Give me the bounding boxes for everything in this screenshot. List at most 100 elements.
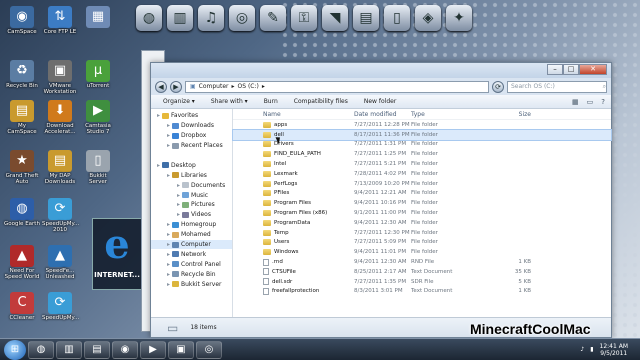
expand-arrow-icon[interactable]: ▸ <box>177 211 180 218</box>
expand-arrow-icon[interactable]: ▸ <box>167 251 170 258</box>
help-icon[interactable]: ? <box>601 98 605 106</box>
notes-icon[interactable]: ✎ <box>260 5 286 31</box>
file-row[interactable]: ProgramData 9/4/2011 12:30 AM File folder <box>233 218 611 228</box>
nav-item-downloads[interactable]: ▸ Downloads <box>151 121 232 131</box>
expand-arrow-icon[interactable]: ▸ <box>157 112 160 119</box>
file-row[interactable]: PFiles 9/4/2011 12:21 AM File folder <box>233 189 611 199</box>
expand-arrow-icon[interactable]: ▸ <box>167 281 170 288</box>
desktop-shortcut[interactable]: ⬇ Download Accelerat... <box>42 100 78 135</box>
file-row[interactable]: Windows 9/4/2011 11:01 PM File folder <box>233 247 611 257</box>
desktop-shortcut[interactable]: ▣ VMware Workstation <box>42 60 78 95</box>
search-input[interactable]: Search OS (C:) ⌕ <box>507 80 607 93</box>
expand-arrow-icon[interactable]: ▸ <box>177 192 180 199</box>
nav-item-network[interactable]: ▸ Network <box>151 249 232 259</box>
back-button[interactable]: ◀ <box>155 80 167 93</box>
view-options-icon[interactable]: ▦ <box>572 98 579 106</box>
title-bar[interactable]: – □ ✕ <box>151 63 611 78</box>
expand-arrow-icon[interactable]: ▸ <box>167 172 170 179</box>
clock[interactable]: 12:41 AM 9/5/2011 <box>600 343 628 357</box>
file-row[interactable]: Temp 7/27/2011 12:30 PM File folder <box>233 228 611 238</box>
nav-item-mohamed[interactable]: ▸ Mohamed <box>151 230 232 240</box>
nav-item-homegroup[interactable]: ▸ Homegroup <box>151 220 232 230</box>
nav-item-recent-places[interactable]: ▸ Recent Places <box>151 141 232 151</box>
network-icon[interactable]: ▮ <box>590 346 593 353</box>
desktop-shortcut[interactable]: µ uTorrent <box>80 60 116 89</box>
desktop-shortcut[interactable]: ▤ My CamSpace <box>4 100 40 135</box>
film-icon[interactable]: ◎ <box>229 5 255 31</box>
gift-icon[interactable]: ✦ <box>446 5 472 31</box>
nav-item-desktop[interactable]: ▸ Desktop <box>151 160 232 170</box>
nav-item-favorites[interactable]: ▸ Favorites <box>151 111 232 121</box>
nav-item-bukkit-server[interactable]: ▸ Bukkit Server <box>151 279 232 289</box>
desktop-shortcut[interactable]: ▲ Need For Speed World <box>4 245 40 280</box>
expand-arrow-icon[interactable]: ▸ <box>167 231 170 238</box>
desktop-shortcut[interactable]: ◉ CamSpace <box>4 6 40 35</box>
document-icon[interactable]: ▤ <box>353 5 379 31</box>
file-row[interactable]: apps 7/27/2011 12:28 PM File folder <box>233 120 611 130</box>
file-row[interactable]: Intel 7/27/2011 5:21 PM File folder <box>233 159 611 169</box>
breadcrumb-computer[interactable]: Computer <box>199 83 229 90</box>
desktop-shortcut[interactable]: C CCleaner <box>4 292 40 321</box>
start-button[interactable]: ⊞ <box>4 339 26 360</box>
nav-item-music[interactable]: ▸ Music <box>151 190 232 200</box>
file-row[interactable]: dell.sdr 7/27/2011 1:35 PM SDR File 5 KB <box>233 277 611 287</box>
column-date-modified[interactable]: Date modified <box>354 111 411 118</box>
desktop-shortcut[interactable]: ▦ <box>80 6 116 29</box>
minecraft-icon[interactable]: ▣ <box>168 340 194 359</box>
desktop-shortcut[interactable]: ★ Grand Theft Auto <box>4 150 40 185</box>
nav-item-recycle-bin[interactable]: ▸ Recycle Bin <box>151 269 232 279</box>
file-row[interactable]: .rnd 9/4/2011 12:30 AM RND File 1 KB <box>233 257 611 267</box>
preview-pane-icon[interactable]: ▭ <box>587 98 594 106</box>
expand-arrow-icon[interactable]: ▸ <box>177 201 180 208</box>
desktop-shortcut[interactable]: ⟳ SpeedUpMy... 2010 <box>42 198 79 233</box>
expand-arrow-icon[interactable]: ▸ <box>167 122 170 129</box>
file-row[interactable]: CTSUFile 8/25/2011 2:17 AM Text Document 35… <box>233 267 611 277</box>
expand-arrow-icon[interactable]: ▸ <box>177 182 180 189</box>
minimize-button[interactable]: – <box>547 64 563 75</box>
chrome-icon[interactable]: ◉ <box>112 340 138 359</box>
column-size[interactable]: Size <box>469 111 541 118</box>
refresh-button[interactable]: ⟳ <box>492 80 504 93</box>
maximize-button[interactable]: □ <box>563 64 579 75</box>
expand-arrow-icon[interactable]: ▸ <box>167 132 170 139</box>
headphones-icon[interactable]: ♫ <box>198 5 224 31</box>
nav-item-computer[interactable]: ▸ Computer <box>151 239 232 250</box>
share-with-button[interactable]: Share with ▾ <box>211 98 248 105</box>
lock-icon[interactable]: ⚿ <box>291 5 317 31</box>
nav-item-documents[interactable]: ▸ Documents <box>151 180 232 190</box>
burn-button[interactable]: Burn <box>264 98 278 105</box>
file-row[interactable]: Drivers 7/27/2011 1:31 PM File folder <box>233 140 611 150</box>
desktop-shortcut[interactable]: ▲ SpeedFe... Unleashed <box>42 245 78 280</box>
expand-arrow-icon[interactable]: ▸ <box>167 241 170 248</box>
desktop-shortcut[interactable]: ♻ Recycle Bin <box>4 60 40 89</box>
desktop-shortcut[interactable]: ▯ Bukkit Server <box>80 150 116 185</box>
expand-arrow-icon[interactable]: ▸ <box>157 162 160 169</box>
library-icon[interactable]: ▥ <box>56 340 82 359</box>
desktop-shortcut[interactable]: ▤ My DAP Downloads <box>42 150 78 185</box>
expand-arrow-icon[interactable]: ▸ <box>167 261 170 268</box>
nav-item-videos[interactable]: ▸ Videos <box>151 210 232 220</box>
file-row[interactable]: Lexmark 7/28/2011 4:02 PM File folder <box>233 169 611 179</box>
desktop-shortcut[interactable]: ⇅ Core FTP LE <box>42 6 78 35</box>
file-row[interactable]: FIND_EULA_PATH 7/27/2011 1:25 PM File fold… <box>233 149 611 159</box>
organize-button[interactable]: Organize ▾ <box>163 98 195 105</box>
film-icon[interactable]: ▶ <box>140 340 166 359</box>
compatibility-files-button[interactable]: Compatibility files <box>294 98 348 105</box>
expand-arrow-icon[interactable]: ▸ <box>167 271 170 278</box>
desktop-shortcut[interactable]: ◍ Google Earth <box>4 198 40 227</box>
file-row[interactable]: dell 8/17/2011 11:36 PM File folder <box>232 128 612 141</box>
desktop-shortcut[interactable]: ⟳ SpeedUpMy... <box>42 292 79 321</box>
trash-icon[interactable]: ▯ <box>384 5 410 31</box>
windows-explorer-icon[interactable]: ▤ <box>84 340 110 359</box>
new-folder-button[interactable]: New folder <box>364 98 396 105</box>
close-button[interactable]: ✕ <box>579 64 607 75</box>
column-type[interactable]: Type <box>411 111 469 118</box>
forward-button[interactable]: ▶ <box>170 80 182 93</box>
file-row[interactable]: Program Files (x86) 9/1/2011 11:00 PM File… <box>233 208 611 218</box>
desktop-shortcut[interactable]: ▶ Camtasia Studio 7 <box>80 100 116 135</box>
nav-item-libraries[interactable]: ▸ Libraries <box>151 170 232 180</box>
file-row[interactable]: PerfLogs 7/13/2009 10:20 PM File folder <box>233 179 611 189</box>
volume-icon[interactable]: ♪ <box>580 346 584 353</box>
expand-arrow-icon[interactable]: ▸ <box>167 221 170 228</box>
internet-explorer-shortcut[interactable]: e INTERNET... <box>92 218 142 290</box>
